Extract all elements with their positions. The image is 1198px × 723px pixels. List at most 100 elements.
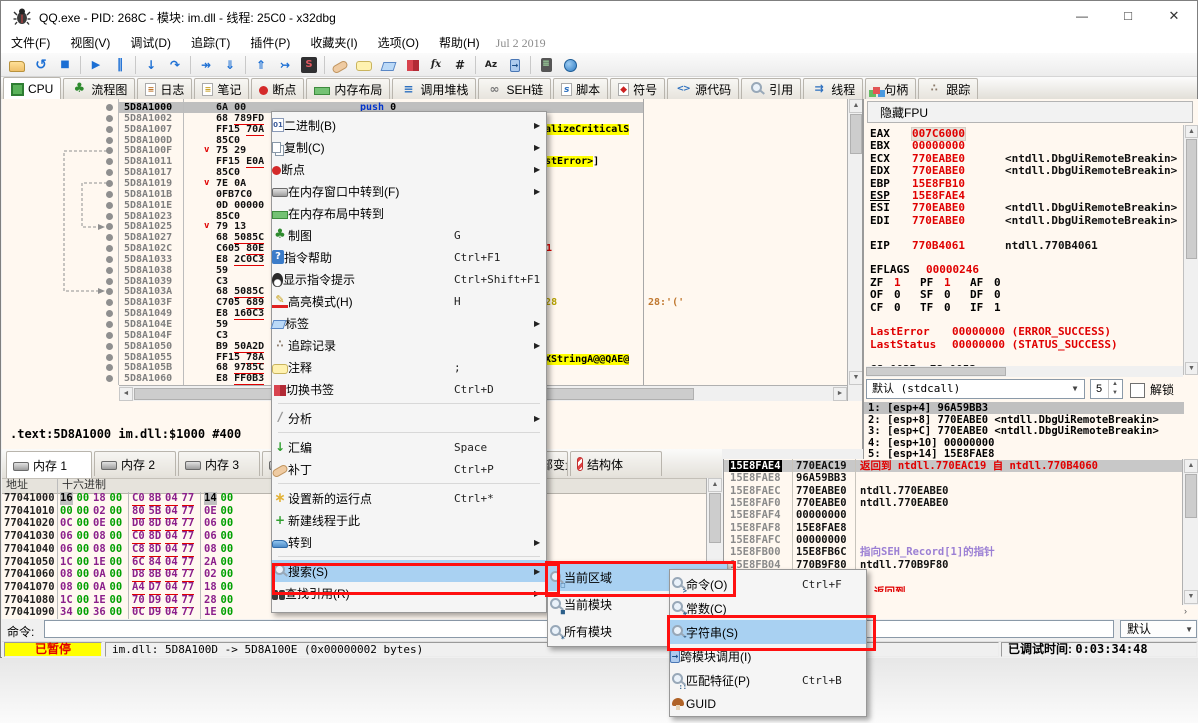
argument-row[interactable]: 4: [esp+10] 00000000 — [864, 437, 1184, 449]
comment-button[interactable] — [352, 54, 376, 76]
disasm-vscrollbar[interactable]: ▲ ▼ — [847, 99, 863, 401]
menu-item-0[interactable]: >命令(O)Ctrl+F — [670, 572, 866, 596]
breakpoint-dot-icon[interactable] — [106, 223, 113, 230]
fx-button[interactable]: fx — [424, 54, 448, 76]
step-down-button[interactable]: ⇓ — [218, 54, 242, 76]
menu-item-1[interactable]: #常数(C) — [670, 596, 866, 620]
close-button[interactable]: ✕ — [1151, 1, 1197, 31]
run-until-button[interactable]: ↠ — [194, 54, 218, 76]
tab-refs[interactable]: 引用 — [741, 78, 801, 99]
stop-button[interactable]: ■ — [53, 54, 77, 76]
menu-item-14[interactable]: ↓汇编Space — [272, 436, 546, 458]
tab-log[interactable]: ≡日志 — [137, 78, 192, 99]
breakpoint-dot-icon[interactable] — [106, 321, 113, 328]
command-profile-select[interactable]: 默认 ▼ — [1120, 620, 1197, 638]
menu-item-9[interactable]: 标签▶ — [272, 312, 546, 334]
folder-button[interactable] — [5, 54, 29, 76]
menu-item-0[interactable]: 01二进制(B)▶ — [272, 114, 546, 136]
menu-item-20[interactable]: 查找引用(R)▶ — [272, 582, 546, 604]
calculator-button[interactable]: ≡ — [534, 54, 558, 76]
menu-item-5[interactable]: GUID — [670, 692, 866, 716]
menubar-item-0[interactable]: 文件(F) — [1, 31, 60, 53]
breakpoint-dot-icon[interactable] — [106, 202, 113, 209]
breakpoint-dot-icon[interactable] — [106, 137, 113, 144]
menu-item-17[interactable]: +新建线程于此 — [272, 509, 546, 531]
bookmark-button[interactable] — [400, 54, 424, 76]
menubar-item-6[interactable]: 选项(O) — [368, 31, 429, 53]
menubar-item-2[interactable]: 调试(D) — [120, 31, 181, 53]
run-button[interactable]: ▶ — [84, 54, 108, 76]
breakpoint-dot-icon[interactable] — [106, 126, 113, 133]
modules-button[interactable]: → — [503, 54, 527, 76]
breakpoint-dot-icon[interactable] — [106, 169, 113, 176]
menu-item-19[interactable]: 搜索(S)▶ — [272, 560, 546, 582]
menu-item-6[interactable]: ?指令帮助Ctrl+F1 — [272, 246, 546, 268]
tab-breakpoint[interactable]: 断点 — [251, 78, 304, 99]
menubar-item-1[interactable]: 视图(V) — [60, 31, 120, 53]
breakpoint-dot-icon[interactable] — [106, 234, 113, 241]
tab-trace[interactable]: ∴跟踪 — [918, 78, 978, 99]
menubar-item-5[interactable]: 收藏夹(I) — [300, 31, 367, 53]
label-button[interactable] — [376, 54, 400, 76]
tab-script[interactable]: s脚本 — [553, 78, 608, 99]
tab-threads[interactable]: ⇉线程 — [803, 78, 863, 99]
dump-tab-1[interactable]: 内存 1 — [6, 451, 92, 478]
dump-tab-2[interactable]: 内存 2 — [94, 451, 176, 476]
tab-graph[interactable]: ♣流程图 — [63, 78, 135, 99]
breakpoint-dot-icon[interactable] — [106, 245, 113, 252]
breakpoint-dot-icon[interactable] — [106, 158, 113, 165]
menu-item-1[interactable]: 复制(C)▶ — [272, 136, 546, 158]
dump-tab-3[interactable]: 内存 3 — [178, 451, 260, 476]
breakpoint-dot-icon[interactable] — [106, 115, 113, 122]
tab-seh[interactable]: ∞SEH链 — [478, 78, 551, 99]
menu-item-18[interactable]: 转到▶ — [272, 531, 546, 553]
restart-button[interactable]: ↺ — [29, 54, 53, 76]
tab-callstack[interactable]: ≡调用堆栈 — [392, 78, 476, 99]
registers-hscrollbar[interactable] — [866, 366, 1183, 377]
step-into-button[interactable]: ↓ — [139, 54, 163, 76]
patch-button[interactable] — [328, 54, 352, 76]
argument-row[interactable]: 3: [esp+C] 770EABE0 <ntdll.DbgUiRemoteBr… — [864, 425, 1184, 437]
registers-vscrollbar[interactable]: ▲ ▼ — [1183, 125, 1198, 375]
menu-item-2[interactable]: 断点▶ — [272, 158, 546, 180]
breakpoint-dot-icon[interactable] — [106, 191, 113, 198]
breakpoint-dot-icon[interactable] — [106, 310, 113, 317]
menu-item-2[interactable]: ❞字符串(S) — [670, 620, 866, 644]
tab-cpu[interactable]: CPU — [3, 77, 61, 99]
scylla-button[interactable]: S — [297, 54, 321, 76]
menu-item-15[interactable]: 补丁Ctrl+P — [272, 458, 546, 480]
tab-notes[interactable]: ≡笔记 — [194, 78, 249, 99]
menu-item-11[interactable]: 注释; — [272, 356, 546, 378]
breakpoint-dot-icon[interactable] — [106, 343, 113, 350]
menu-item-4[interactable]: ::匹配特征(P)Ctrl+B — [670, 668, 866, 692]
stack-hscroll-arrow[interactable]: › — [1184, 606, 1187, 616]
breakpoint-dot-icon[interactable] — [106, 332, 113, 339]
pause-button[interactable]: ‖ — [108, 54, 132, 76]
calling-convention-select[interactable]: 默认 (stdcall) ▼ — [866, 379, 1085, 399]
run-user-button[interactable]: ↣ — [273, 54, 297, 76]
breakpoint-dot-icon[interactable] — [106, 299, 113, 306]
breakpoint-dot-icon[interactable] — [106, 256, 113, 263]
breakpoint-dot-icon[interactable] — [106, 147, 113, 154]
hash-button[interactable]: # — [448, 54, 472, 76]
breakpoint-dot-icon[interactable] — [106, 104, 113, 111]
breakpoint-dot-icon[interactable] — [106, 364, 113, 371]
argument-row[interactable]: 2: [esp+8] 770EABE0 <ntdll.DbgUiRemoteBr… — [864, 414, 1184, 426]
menubar-item-7[interactable]: 帮助(H) — [429, 31, 490, 53]
stepper-arrows-icon[interactable]: ▲▼ — [1108, 380, 1121, 398]
az-button[interactable]: Az — [479, 54, 503, 76]
menubar-item-4[interactable]: 插件(P) — [240, 31, 300, 53]
tab-symbols[interactable]: ◆符号 — [610, 78, 665, 99]
minimize-button[interactable]: — — [1059, 1, 1105, 31]
globe-button[interactable] — [558, 54, 582, 76]
menu-item-12[interactable]: 切换书签Ctrl+D — [272, 378, 546, 400]
breakpoint-dot-icon[interactable] — [106, 278, 113, 285]
maximize-button[interactable]: □ — [1105, 1, 1151, 31]
menu-item-8[interactable]: ✎高亮模式(H)H — [272, 290, 546, 312]
menu-item-4[interactable]: 在内存布局中转到 — [272, 202, 546, 224]
argument-row[interactable]: 1: [esp+4] 96A59BB3 — [864, 402, 1184, 414]
menu-item-3[interactable]: 在内存窗口中转到(F)▶ — [272, 180, 546, 202]
breakpoint-dot-icon[interactable] — [106, 354, 113, 361]
stack-vscrollbar[interactable]: ▲ ▼ — [1182, 459, 1198, 605]
dump-tab-8[interactable]: 结构体 — [570, 451, 662, 476]
